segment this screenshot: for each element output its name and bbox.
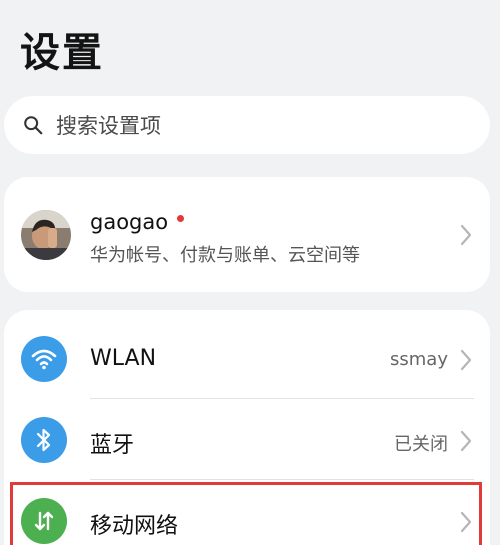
account-subtitle: 华为帐号、付款与账单、云空间等 bbox=[90, 245, 360, 266]
avatar bbox=[21, 210, 71, 260]
settings-row-wlan[interactable]: WLAN ssmay bbox=[4, 318, 490, 398]
chevron-right-icon bbox=[460, 349, 472, 371]
bluetooth-value: 已关闭 bbox=[394, 434, 448, 455]
account-name: gaogao bbox=[90, 210, 169, 234]
search-placeholder: 搜索设置项 bbox=[56, 114, 161, 138]
wlan-value: ssmay bbox=[390, 349, 448, 370]
account-card[interactable]: gaogao 华为帐号、付款与账单、云空间等 bbox=[4, 177, 490, 292]
chevron-right-icon bbox=[460, 430, 472, 452]
settings-row-bluetooth[interactable]: 蓝牙 已关闭 bbox=[4, 399, 490, 479]
bluetooth-label: 蓝牙 bbox=[90, 433, 135, 458]
notification-dot bbox=[177, 215, 184, 222]
highlight-box bbox=[10, 482, 482, 545]
wlan-label: WLAN bbox=[90, 346, 157, 371]
chevron-right-icon bbox=[460, 224, 472, 246]
bluetooth-icon bbox=[21, 417, 67, 463]
wifi-icon bbox=[21, 336, 67, 382]
search-bar[interactable]: 搜索设置项 bbox=[4, 96, 490, 154]
page-title: 设置 bbox=[20, 30, 104, 76]
settings-page: 设置 搜索设置项 gaogao 华为帐号、付款与账单、云空间等 WLAN ssm… bbox=[0, 0, 500, 545]
search-icon bbox=[24, 116, 43, 135]
